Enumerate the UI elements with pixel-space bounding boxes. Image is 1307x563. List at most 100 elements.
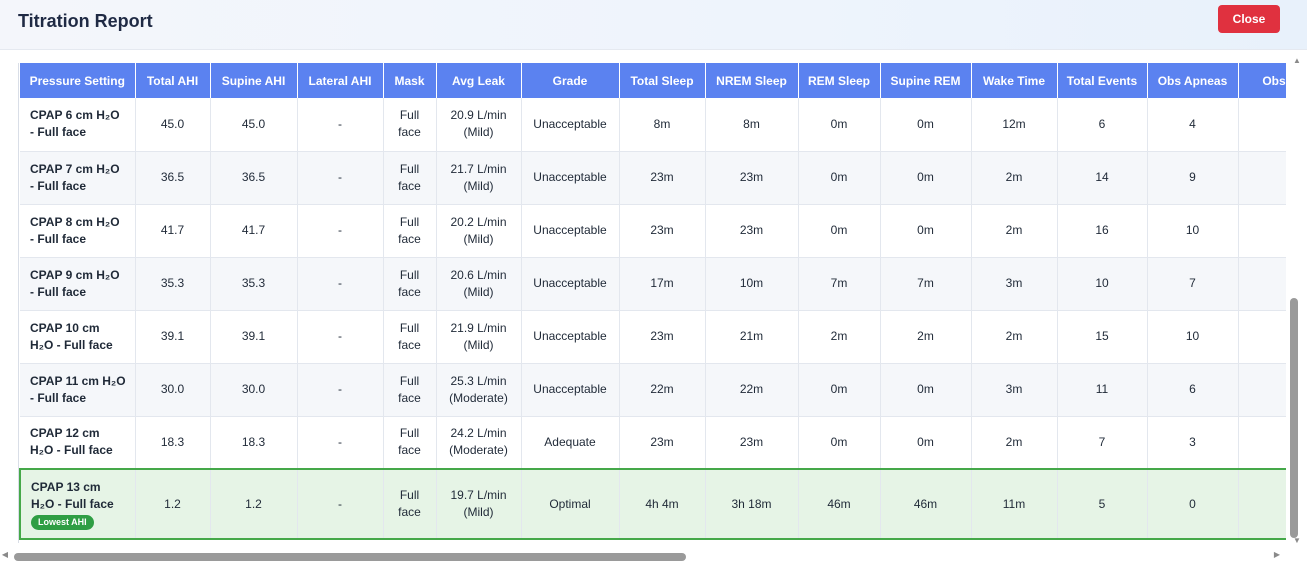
mask-cell-line2: face — [398, 390, 421, 405]
column-header-grade[interactable]: Grade — [521, 63, 620, 98]
total-ahi-cell: 30.0 — [135, 363, 211, 417]
avg-leak-cell: 20.6 L/min (Mild) — [436, 257, 522, 311]
total-sleep-cell: 17m — [619, 257, 706, 311]
column-header-supine-rem[interactable]: Supine REM — [880, 63, 972, 98]
avg-leak-cell-line1: 20.2 L/min — [450, 214, 507, 229]
avg-leak-cell-line1: 20.6 L/min — [450, 267, 507, 282]
obs-h-cell — [1238, 363, 1286, 417]
column-header-wake-time[interactable]: Wake Time — [971, 63, 1058, 98]
horizontal-scrollbar[interactable]: ◀ ▶ — [0, 548, 1307, 563]
supine-ahi-cell: 39.1 — [210, 310, 298, 364]
avg-leak-cell-line1: 21.7 L/min — [450, 161, 507, 176]
avg-leak-cell-line2: (Moderate) — [449, 390, 508, 405]
horizontal-scroll-thumb[interactable] — [14, 553, 686, 561]
mask-cell: Full face — [383, 98, 437, 152]
total-sleep-cell: 23m — [619, 204, 706, 258]
pressure-setting-cell: CPAP 13 cm H₂O - Full face Lowest AHI — [19, 468, 136, 540]
avg-leak-cell: 20.9 L/min (Mild) — [436, 98, 522, 152]
pressure-setting-cell: CPAP 9 cm H₂O - Full face — [20, 257, 136, 311]
scroll-up-arrow-icon[interactable]: ▲ — [1292, 56, 1302, 66]
grade-cell: Unacceptable — [521, 204, 620, 258]
table-row[interactable]: CPAP 11 cm H₂O - Full face 30.0 30.0- Full fa… — [20, 363, 1286, 417]
supine-rem-cell: 0m — [880, 151, 972, 205]
column-header-obs-h[interactable]: Obs H — [1238, 63, 1286, 98]
total-events-cell: 7 — [1057, 416, 1148, 470]
mask-cell: Full face — [383, 257, 437, 311]
column-header-mask[interactable]: Mask — [383, 63, 437, 98]
table-row[interactable]: CPAP 8 cm H₂O - Full face 41.7 41.7- Full fac… — [20, 204, 1286, 258]
supine-rem-cell: 46m — [880, 468, 972, 540]
column-header-setting[interactable]: Pressure Setting — [20, 63, 136, 98]
avg-leak-cell-line2: (Mild) — [463, 284, 494, 299]
pressure-setting-cell-line1: CPAP 11 cm H₂O — [30, 373, 126, 388]
supine-ahi-cell: 36.5 — [210, 151, 298, 205]
grade-cell: Unacceptable — [521, 310, 620, 364]
avg-leak-cell-line1: 20.9 L/min — [450, 108, 507, 123]
pressure-setting-cell-line1: CPAP 7 cm H₂O — [30, 161, 120, 176]
pressure-setting-cell-line2: - Full face — [30, 390, 87, 405]
grade-cell: Unacceptable — [521, 98, 620, 152]
rem-sleep-cell: 46m — [798, 468, 881, 540]
wake-time-cell: 12m — [971, 98, 1058, 152]
column-header-avg-leak[interactable]: Avg Leak — [436, 63, 522, 98]
supine-ahi-cell: 18.3 — [210, 416, 298, 470]
rem-sleep-cell: 7m — [798, 257, 881, 311]
mask-cell-line2: face — [398, 178, 421, 193]
vertical-scroll-thumb[interactable] — [1290, 298, 1298, 538]
report-header: Titration Report Close — [0, 0, 1307, 50]
total-ahi-cell: 35.3 — [135, 257, 211, 311]
avg-leak-cell-line1: 19.7 L/min — [450, 488, 507, 502]
scroll-left-arrow-icon[interactable]: ◀ — [0, 550, 10, 560]
pressure-setting-cell-line1: CPAP 10 cm — [30, 320, 100, 335]
column-header-rem-sleep[interactable]: REM Sleep — [798, 63, 881, 98]
wake-time-cell: 2m — [971, 310, 1058, 364]
table-row[interactable]: CPAP 7 cm H₂O - Full face 36.5 36.5- Full fac… — [20, 151, 1286, 205]
mask-cell: Full face — [383, 363, 437, 417]
obs-h-cell — [1238, 310, 1286, 364]
table-row[interactable]: CPAP 10 cm H₂O - Full face 39.1 39.1- Full fa… — [20, 310, 1286, 364]
vertical-scrollbar[interactable]: ▲ ▼ — [1287, 52, 1307, 547]
column-header-total-sleep[interactable]: Total Sleep — [619, 63, 706, 98]
table-row[interactable]: CPAP 12 cm H₂O - Full face 18.3 18.3- Full fa… — [20, 416, 1286, 470]
total-sleep-cell: 22m — [619, 363, 706, 417]
column-header-nrem-sleep[interactable]: NREM Sleep — [705, 63, 799, 98]
table-row[interactable]: CPAP 6 cm H₂O - Full face 45.0 45.0- Full fac… — [20, 98, 1286, 152]
avg-leak-cell: 24.2 L/min (Moderate) — [436, 416, 522, 470]
total-sleep-cell: 23m — [619, 151, 706, 205]
scroll-down-arrow-icon[interactable]: ▼ — [1292, 536, 1302, 546]
lateral-ahi-cell: - — [297, 204, 384, 258]
avg-leak-cell-line1: 24.2 L/min — [450, 426, 507, 441]
pressure-setting-cell: CPAP 12 cm H₂O - Full face — [20, 416, 136, 470]
pressure-setting-cell-line2: H₂O - Full face — [31, 496, 114, 511]
column-header-total-ahi[interactable]: Total AHI — [135, 63, 211, 98]
mask-cell-line1: Full — [399, 161, 420, 176]
grade-cell: Optimal — [521, 468, 620, 540]
column-header-obs-apneas[interactable]: Obs Apneas — [1147, 63, 1239, 98]
close-button[interactable]: Close — [1218, 5, 1280, 33]
mask-cell: Full face — [383, 204, 437, 258]
total-sleep-cell: 23m — [619, 310, 706, 364]
wake-time-cell: 3m — [971, 363, 1058, 417]
nrem-sleep-cell: 21m — [705, 310, 799, 364]
column-header-total-events[interactable]: Total Events — [1057, 63, 1148, 98]
mask-cell-line1: Full — [399, 488, 420, 502]
pressure-setting-cell-line1: CPAP 6 cm H₂O — [30, 108, 120, 123]
avg-leak-cell: 25.3 L/min (Moderate) — [436, 363, 522, 417]
avg-leak-cell: 21.7 L/min (Mild) — [436, 151, 522, 205]
rem-sleep-cell: 0m — [798, 98, 881, 152]
column-header-supine-ahi[interactable]: Supine AHI — [210, 63, 298, 98]
pressure-setting-cell-line2: - Full face — [30, 125, 87, 140]
grade-cell: Unacceptable — [521, 257, 620, 311]
table-row[interactable]: CPAP 9 cm H₂O - Full face 35.3 35.3- Full fac… — [20, 257, 1286, 311]
total-ahi-cell: 41.7 — [135, 204, 211, 258]
total-events-cell: 5 — [1057, 468, 1148, 540]
pressure-setting-cell: CPAP 6 cm H₂O - Full face — [20, 98, 136, 152]
mask-cell-line1: Full — [399, 214, 420, 229]
total-events-cell: 15 — [1057, 310, 1148, 364]
column-header-lateral-ahi[interactable]: Lateral AHI — [297, 63, 384, 98]
mask-cell-line1: Full — [399, 108, 420, 123]
avg-leak-cell: 20.2 L/min (Mild) — [436, 204, 522, 258]
wake-time-cell: 2m — [971, 416, 1058, 470]
table-row[interactable]: CPAP 13 cm H₂O - Full face Lowest AHI 1.2 1.… — [19, 468, 1286, 540]
scroll-right-arrow-icon[interactable]: ▶ — [1272, 550, 1282, 560]
